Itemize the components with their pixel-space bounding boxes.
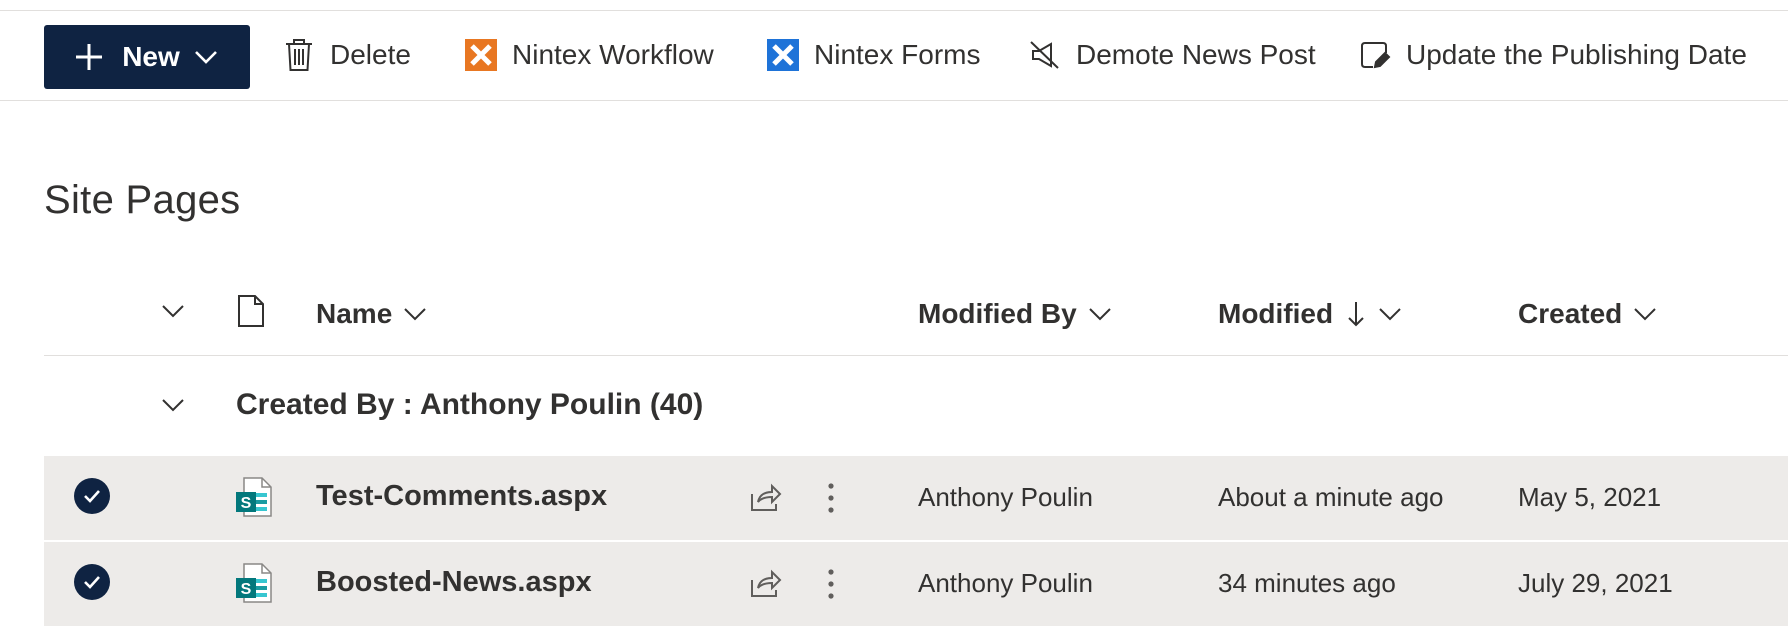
chevron-down-icon: [1087, 301, 1113, 327]
page-title: Site Pages: [44, 178, 241, 222]
modified-by-cell: Anthony Poulin: [918, 482, 1093, 512]
column-header-row: Name Modified By Modified Created: [44, 276, 1788, 356]
update-date-label: Update the Publishing Date: [1406, 39, 1747, 70]
table-row[interactable]: S Boosted-News.aspx Anthony Poulin 34 mi…: [44, 542, 1788, 626]
nintex-workflow-icon: [464, 38, 498, 72]
collapse-all-chevron[interactable]: [160, 276, 186, 352]
chevron-down-icon: [1632, 301, 1658, 327]
column-modified-label: Modified: [1218, 298, 1334, 329]
sharepoint-page-icon: S: [234, 562, 274, 606]
new-button-label: New: [122, 41, 180, 72]
checkmark-icon: [84, 576, 100, 589]
file-name[interactable]: Test-Comments.aspx: [316, 480, 607, 513]
plus-icon: [74, 42, 104, 72]
new-button[interactable]: New: [44, 25, 250, 89]
delete-button[interactable]: Delete: [282, 23, 411, 87]
demote-news-icon: [1028, 38, 1062, 72]
column-header-modified-by[interactable]: Modified By: [918, 276, 1113, 352]
trash-icon: [282, 38, 316, 72]
chevron-down-icon: [192, 43, 220, 71]
chevron-down-icon: [160, 298, 186, 331]
svg-text:S: S: [241, 581, 252, 598]
nintex-forms-icon: [766, 38, 800, 72]
delete-label: Delete: [330, 39, 411, 70]
column-name-label: Name: [316, 298, 393, 329]
column-header-created[interactable]: Created: [1518, 276, 1658, 352]
update-date-icon: [1358, 38, 1392, 72]
checkmark-icon: [84, 490, 100, 503]
modified-by-cell: Anthony Poulin: [918, 568, 1093, 598]
nintex-forms-button[interactable]: Nintex Forms: [766, 23, 980, 87]
group-collapse-chevron[interactable]: [160, 392, 186, 418]
sort-down-icon: [1345, 299, 1367, 329]
more-icon[interactable]: [818, 478, 844, 518]
command-bar: New Delete Nintex Workflow Nintex Forms …: [0, 11, 1788, 101]
nintex-workflow-button[interactable]: Nintex Workflow: [464, 23, 714, 87]
demote-news-label: Demote News Post: [1076, 39, 1316, 70]
column-modified-by-label: Modified By: [918, 298, 1077, 329]
share-icon[interactable]: [748, 480, 782, 514]
created-cell: July 29, 2021: [1518, 568, 1673, 598]
sharepoint-page-icon: S: [234, 476, 274, 520]
file-name[interactable]: Boosted-News.aspx: [316, 566, 592, 599]
more-icon[interactable]: [818, 564, 844, 604]
group-header: Created By : Anthony Poulin (40): [44, 360, 1788, 454]
document-icon: [236, 294, 266, 335]
modified-cell: 34 minutes ago: [1218, 568, 1396, 598]
file-type-header[interactable]: [236, 276, 266, 352]
column-created-label: Created: [1518, 298, 1623, 329]
table-row[interactable]: S Test-Comments.aspx Anthony Poulin Abou…: [44, 456, 1788, 540]
share-icon[interactable]: [748, 566, 782, 600]
demote-news-post-button[interactable]: Demote News Post: [1028, 23, 1316, 87]
row-checkbox[interactable]: [74, 478, 110, 514]
row-checkbox[interactable]: [74, 564, 110, 600]
created-cell: May 5, 2021: [1518, 482, 1662, 512]
nintex-forms-label: Nintex Forms: [814, 39, 981, 70]
chevron-down-icon: [402, 301, 428, 327]
group-title: Created By : Anthony Poulin (40): [236, 388, 704, 421]
nintex-workflow-label: Nintex Workflow: [512, 39, 714, 70]
chevron-down-icon: [1377, 301, 1403, 327]
column-header-name[interactable]: Name: [316, 276, 428, 352]
update-publishing-date-button[interactable]: Update the Publishing Date: [1358, 23, 1747, 87]
column-header-modified[interactable]: Modified: [1218, 276, 1403, 352]
svg-text:S: S: [241, 495, 252, 512]
modified-cell: About a minute ago: [1218, 482, 1444, 512]
